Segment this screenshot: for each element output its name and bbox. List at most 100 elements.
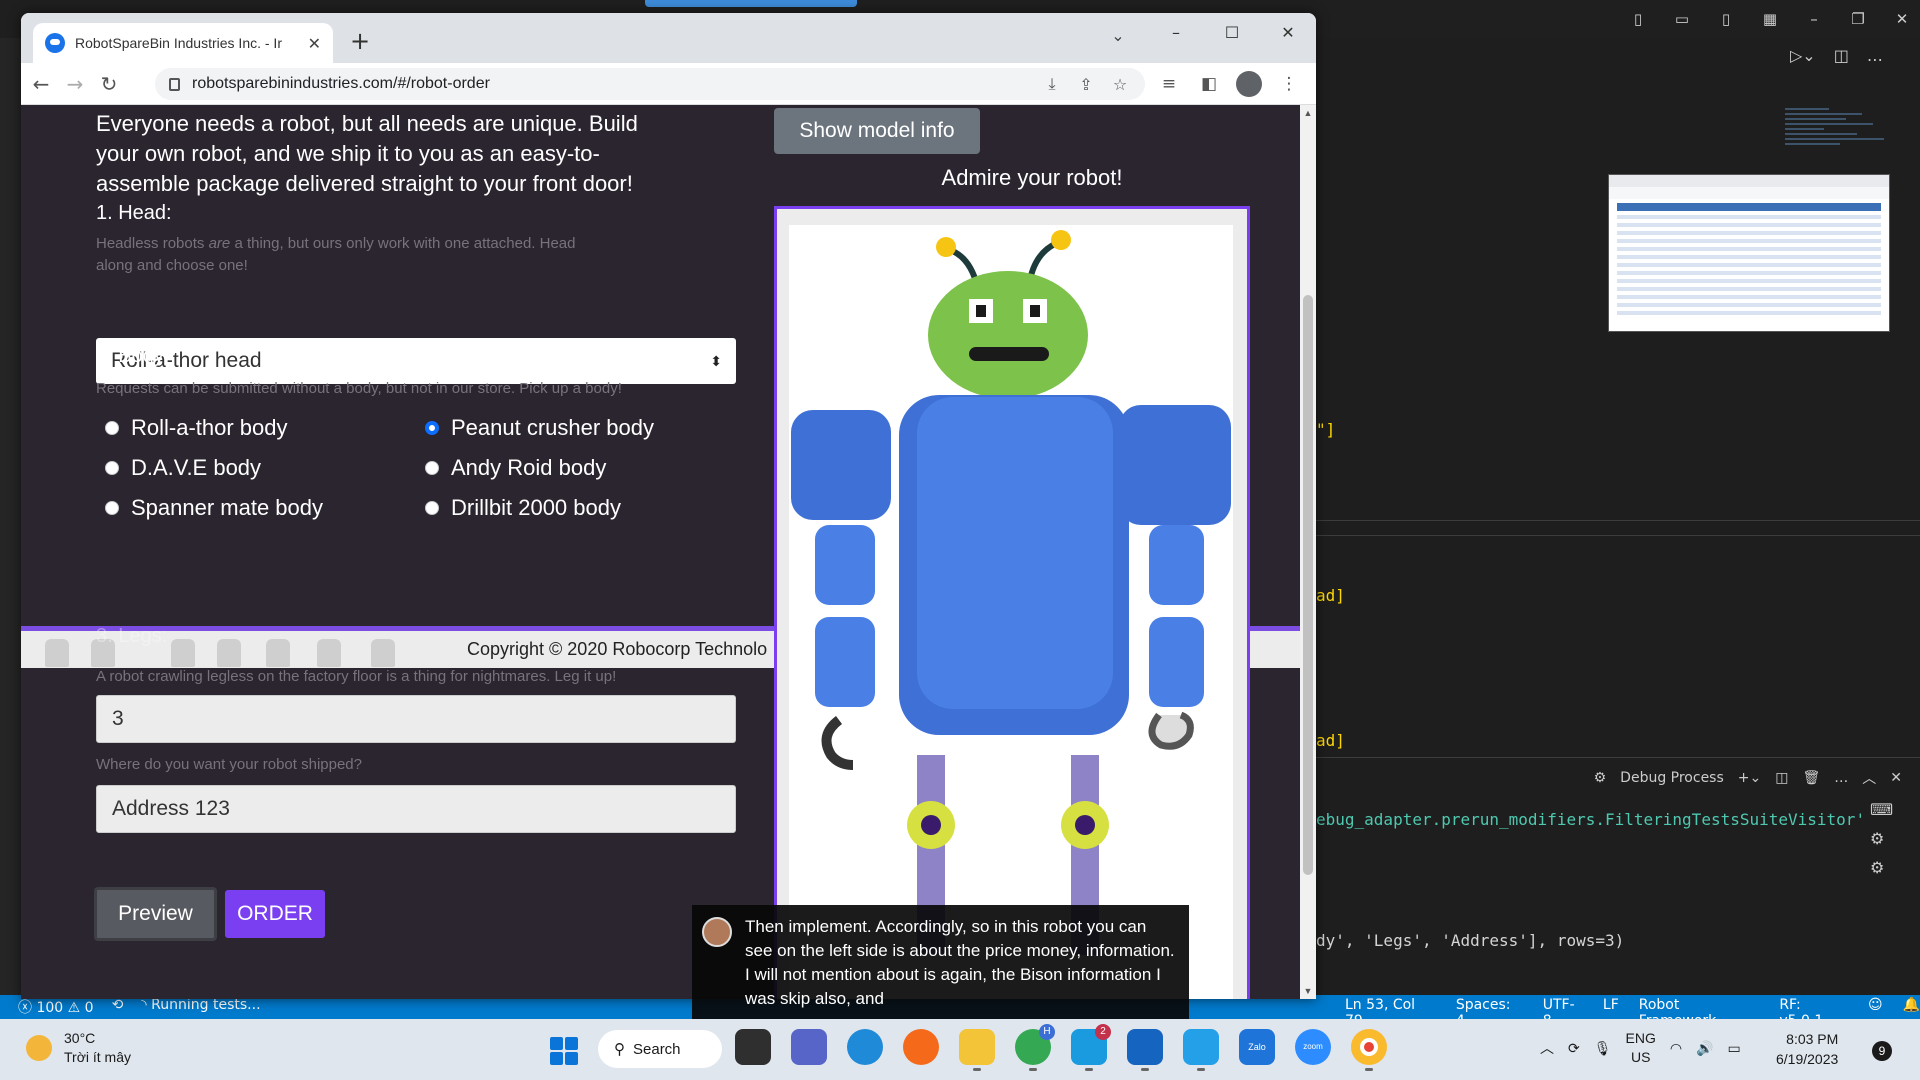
robot-preview-image: [789, 225, 1233, 999]
close-panel-icon[interactable]: ✕: [1890, 770, 1902, 786]
sync-tray-icon[interactable]: ⟳: [1568, 1040, 1580, 1057]
edge-icon[interactable]: [847, 1029, 883, 1065]
debug-icon[interactable]: ⚙: [1870, 858, 1893, 877]
maximize-icon[interactable]: ☐: [1204, 13, 1260, 51]
sync-icon[interactable]: ⟲: [112, 997, 124, 1017]
show-model-info-button[interactable]: Show model info: [774, 108, 980, 154]
skype-icon[interactable]: 2: [1071, 1024, 1111, 1071]
add-terminal-icon[interactable]: +⌄: [1738, 770, 1761, 786]
radio-label: D.A.V.E body: [131, 455, 262, 480]
problems-status[interactable]: ⓧ 100 ⚠ 0: [18, 997, 94, 1017]
back-arrow-icon[interactable]: ←: [25, 69, 57, 99]
terminal-line: dy', 'Legs', 'Address'], rows=3): [1316, 931, 1625, 950]
bookmark-star-icon[interactable]: ☆: [1109, 75, 1131, 94]
browser-tab[interactable]: RobotSpareBin Industries Inc. - Ir ✕: [33, 23, 333, 63]
address-input[interactable]: Address 123: [96, 785, 736, 833]
run-debug-icon[interactable]: ▷⌄: [1790, 46, 1816, 65]
radio-dave-body[interactable]: D.A.V.E body: [105, 455, 261, 481]
order-button[interactable]: ORDER: [225, 890, 325, 938]
robot-preview-frame: [774, 206, 1250, 999]
caption-text: Then implement. Accordingly, so in this …: [745, 917, 1175, 1008]
radio-button-checked[interactable]: [425, 421, 439, 435]
outlook-icon[interactable]: [1127, 1029, 1163, 1071]
scroll-down-arrow-icon[interactable]: ▼: [1300, 983, 1316, 999]
tab-close-icon[interactable]: ✕: [308, 34, 321, 53]
share-icon[interactable]: ⇪: [1075, 75, 1097, 94]
media-controls-icon[interactable]: ≡: [1156, 69, 1182, 99]
running-tests-status[interactable]: ◝ Running tests...: [141, 997, 260, 1017]
firefox-icon[interactable]: [903, 1029, 939, 1065]
radio-peanut-crusher-body[interactable]: Peanut crusher body: [425, 415, 654, 441]
minimize-icon[interactable]: –: [1148, 13, 1204, 51]
forward-arrow-icon[interactable]: →: [59, 69, 91, 99]
scroll-up-arrow-icon[interactable]: ▲: [1300, 105, 1316, 121]
chat-icon[interactable]: [791, 1029, 827, 1065]
split-terminal-icon[interactable]: ◫: [1775, 770, 1788, 786]
language-indicator[interactable]: ENG US: [1626, 1029, 1656, 1067]
close-icon[interactable]: ✕: [1892, 10, 1912, 28]
zalo-icon[interactable]: Zalo: [1239, 1029, 1275, 1065]
menu-kebab-icon[interactable]: ⋮: [1276, 69, 1302, 99]
terminal-icon[interactable]: ⌨: [1870, 800, 1893, 819]
radio-andy-roid-body[interactable]: Andy Roid body: [425, 455, 606, 481]
toggle-secondary-sidebar-icon[interactable]: ▯: [1716, 10, 1736, 28]
profile-avatar-icon[interactable]: [1236, 71, 1262, 97]
wifi-icon[interactable]: ◠: [1670, 1040, 1682, 1057]
file-explorer-icon[interactable]: [959, 1029, 995, 1071]
reload-icon[interactable]: ↻: [93, 69, 125, 99]
more-actions-icon[interactable]: …: [1867, 46, 1883, 65]
install-app-icon[interactable]: ⤓: [1041, 74, 1063, 94]
radio-drillbit-2000-body[interactable]: Drillbit 2000 body: [425, 495, 621, 521]
radio-button[interactable]: [425, 461, 439, 475]
chrome-window: RobotSpareBin Industries Inc. - Ir ✕ + ⌄…: [21, 13, 1316, 999]
customize-layout-icon[interactable]: ▦: [1760, 10, 1780, 28]
radio-button[interactable]: [105, 461, 119, 475]
debug-icon[interactable]: ⚙: [1870, 829, 1893, 848]
robot-head: [928, 271, 1088, 399]
toggle-sidebar-icon[interactable]: ▯: [1628, 10, 1648, 28]
tab-search-icon[interactable]: ⌄: [1103, 21, 1133, 51]
radio-button[interactable]: [105, 501, 119, 515]
address-bar[interactable]: robotsparebinindustries.com/#/robot-orde…: [155, 68, 1145, 100]
side-panel-icon[interactable]: ◧: [1196, 69, 1222, 99]
chrome-icon[interactable]: [1351, 1029, 1387, 1071]
terminal-line: ebug_adapter.prerun_modifiers.FilteringT…: [1316, 810, 1866, 829]
radio-spanner-mate-body[interactable]: Spanner mate body: [105, 495, 323, 521]
robot-knee-left-center: [921, 815, 941, 835]
lock-icon[interactable]: [169, 77, 180, 91]
restore-icon[interactable]: ❐: [1848, 10, 1868, 28]
more-icon[interactable]: …: [1834, 770, 1848, 786]
taskbar-search[interactable]: ⚲ Search: [598, 1030, 722, 1068]
split-editor-icon[interactable]: ◫: [1834, 46, 1849, 65]
notification-count-badge[interactable]: 9: [1872, 1041, 1892, 1061]
radio-button[interactable]: [425, 501, 439, 515]
legs-input[interactable]: 3: [96, 695, 736, 743]
chrome-profile-icon[interactable]: H: [1015, 1024, 1055, 1071]
radio-roll-a-thor-body[interactable]: Roll-a-thor body: [105, 415, 288, 441]
window-thumbnail-preview[interactable]: [1608, 174, 1890, 332]
taskbar-clock[interactable]: 8:03 PM 6/19/2023: [1776, 1029, 1838, 1069]
volume-icon[interactable]: 🔊: [1696, 1040, 1713, 1057]
trash-icon[interactable]: 🗑: [1802, 770, 1820, 786]
show-hidden-icons-chevron-icon[interactable]: ︿: [1540, 1038, 1554, 1058]
vscode-icon[interactable]: [1183, 1029, 1219, 1071]
radio-button[interactable]: [105, 421, 119, 435]
weather-widget[interactable]: 30°C Trời ít mây: [26, 1029, 131, 1067]
microphone-icon[interactable]: 🎙: [1594, 1040, 1612, 1057]
preview-button[interactable]: Preview: [94, 887, 217, 941]
scrollbar-thumb[interactable]: [1303, 295, 1313, 875]
window-controls: – ☐ ✕: [1148, 13, 1316, 51]
battery-icon[interactable]: ▭: [1728, 1040, 1741, 1057]
toggle-panel-icon[interactable]: ▭: [1672, 10, 1692, 28]
task-view-icon[interactable]: [735, 1029, 771, 1065]
url-text[interactable]: robotsparebinindustries.com/#/robot-orde…: [192, 75, 1029, 93]
minimize-icon[interactable]: –: [1804, 10, 1824, 28]
robot-silhouette-icon: [45, 639, 69, 667]
close-icon[interactable]: ✕: [1260, 13, 1316, 51]
start-button[interactable]: [550, 1037, 578, 1065]
page-scrollbar[interactable]: ▲ ▼: [1300, 105, 1316, 999]
new-tab-button[interactable]: +: [345, 27, 375, 57]
maximize-panel-icon[interactable]: ︿: [1862, 768, 1876, 788]
zoom-icon[interactable]: zoom: [1295, 1029, 1331, 1065]
debug-process-title[interactable]: Debug Process: [1620, 770, 1724, 786]
